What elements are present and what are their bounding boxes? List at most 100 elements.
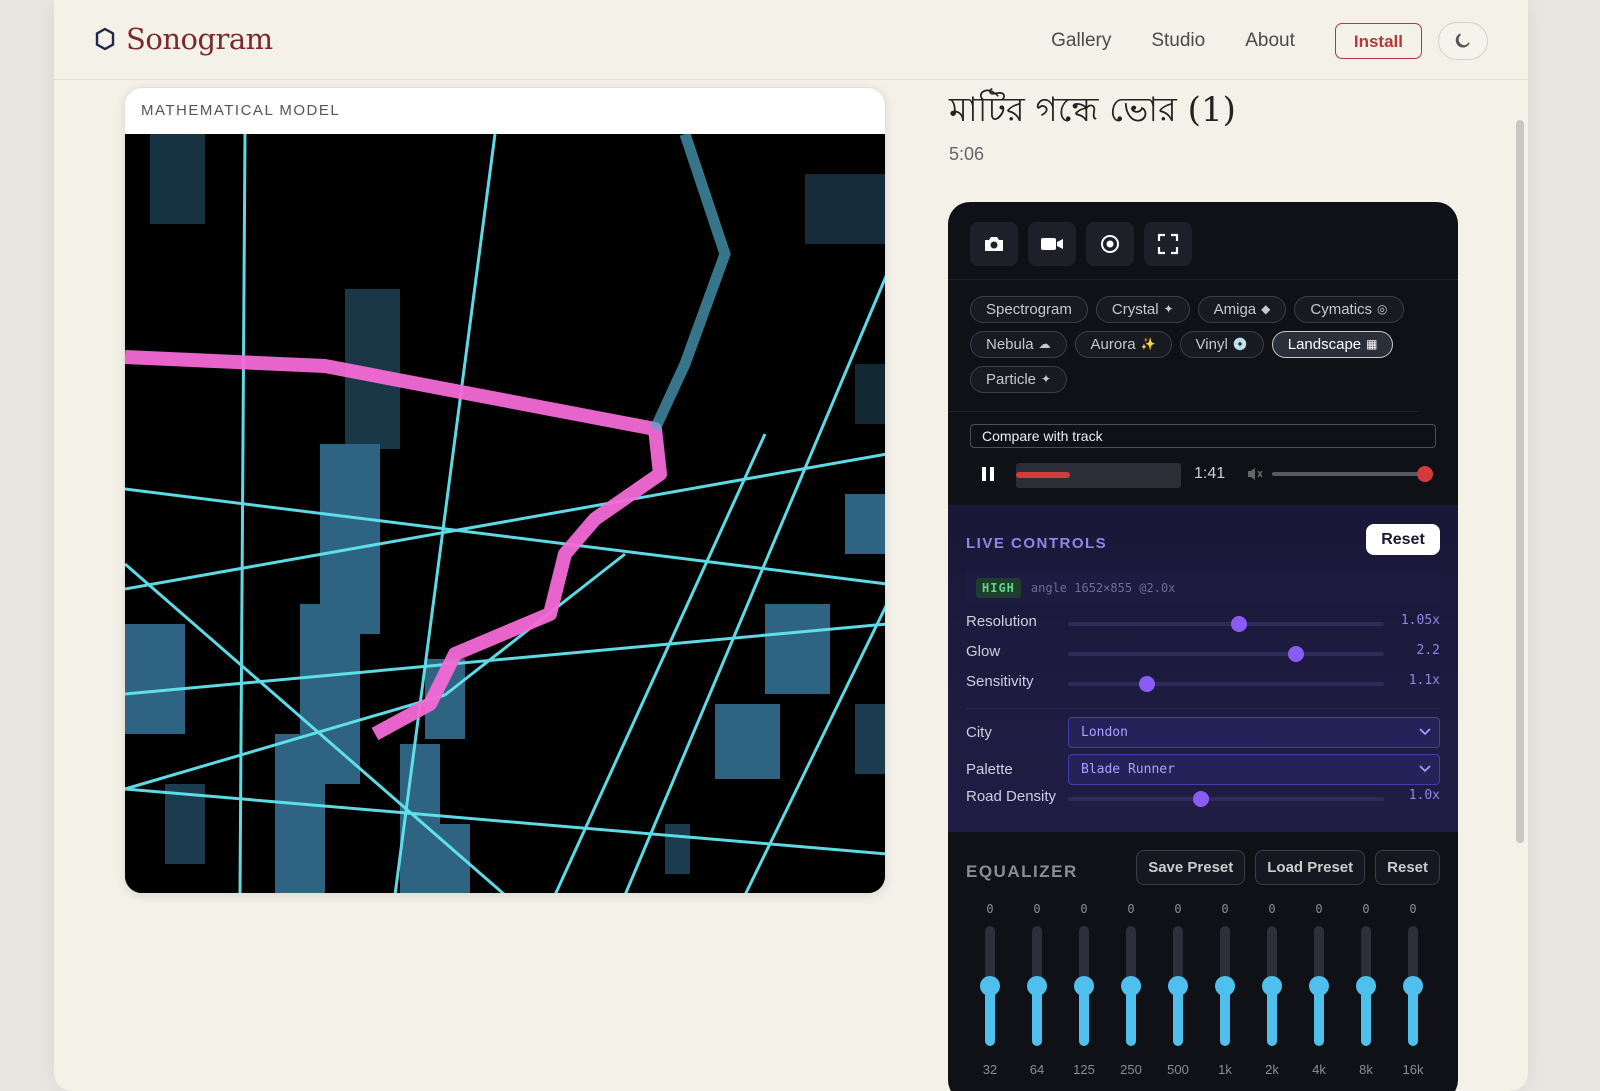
mode-chip-vinyl[interactable]: Vinyl 💿 xyxy=(1179,331,1264,358)
visualizer-canvas[interactable] xyxy=(125,134,886,894)
band-knob[interactable] xyxy=(1121,976,1141,996)
fullscreen-icon xyxy=(1157,233,1179,255)
band-knob[interactable] xyxy=(1309,976,1329,996)
band-knob[interactable] xyxy=(980,976,1000,996)
seek-bar[interactable] xyxy=(1016,463,1181,488)
top-nav: Sonogram Gallery Studio About Install xyxy=(54,0,1528,80)
palette-value: Blade Runner xyxy=(1081,762,1175,777)
mode-chip-aurora[interactable]: Aurora ✨ xyxy=(1074,331,1172,358)
band-knob[interactable] xyxy=(1403,976,1423,996)
chevron-down-icon xyxy=(1419,765,1431,773)
nav-link-about[interactable]: About xyxy=(1245,23,1295,59)
city-select[interactable]: London xyxy=(1068,717,1440,748)
slider-value: 1.1x xyxy=(1408,673,1440,688)
eq-band-1k: 0 1k xyxy=(1205,902,1245,1091)
eq-reset-button[interactable]: Reset xyxy=(1375,850,1440,885)
volume-fill xyxy=(1272,472,1426,476)
screenshot-button[interactable] xyxy=(970,222,1018,266)
live-controls-title: LIVE CONTROLS xyxy=(966,535,1108,552)
mode-glyph-icon: ▦ xyxy=(1366,337,1378,351)
eq-band-16k: 0 16k xyxy=(1393,902,1433,1091)
mode-chip-label: Aurora xyxy=(1090,336,1136,353)
load-preset-button[interactable]: Load Preset xyxy=(1255,850,1366,885)
eq-band-125: 0 125 xyxy=(1064,902,1104,1091)
mode-chip-landscape[interactable]: Landscape ▦ xyxy=(1271,331,1394,358)
band-knob[interactable] xyxy=(1356,976,1376,996)
install-button[interactable]: Install xyxy=(1334,23,1422,59)
mode-glyph-icon: ✨ xyxy=(1140,337,1156,351)
palette-label: Palette xyxy=(966,761,1013,778)
nav-link-gallery[interactable]: Gallery xyxy=(1051,23,1111,59)
current-time: 1:41 xyxy=(1194,465,1226,482)
mode-glyph-icon: ✦ xyxy=(1163,302,1174,316)
mode-glyph-icon: ◆ xyxy=(1261,302,1271,316)
band-frequency: 125 xyxy=(1073,1062,1095,1077)
slider-knob[interactable] xyxy=(1230,616,1247,632)
mode-chip-cymatics[interactable]: Cymatics ◎ xyxy=(1294,296,1404,323)
seek-progress xyxy=(1016,472,1071,478)
mode-chip-spectrogram[interactable]: Spectrogram xyxy=(970,296,1088,323)
theme-toggle-button[interactable] xyxy=(1438,22,1488,60)
band-frequency: 2k xyxy=(1265,1062,1279,1077)
speaker-icon[interactable] xyxy=(1246,466,1264,482)
band-knob[interactable] xyxy=(1215,976,1235,996)
pause-icon[interactable] xyxy=(982,467,994,481)
city-value: London xyxy=(1081,725,1128,740)
nav-link-studio[interactable]: Studio xyxy=(1151,23,1205,59)
slider-label: Resolution xyxy=(966,613,1037,630)
band-value: 0 xyxy=(1174,902,1182,916)
band-value: 0 xyxy=(986,902,994,916)
band-value: 0 xyxy=(1409,902,1417,916)
mode-chip-nebula[interactable]: Nebula ☁ xyxy=(970,331,1067,358)
save-preset-button[interactable]: Save Preset xyxy=(1136,850,1246,885)
scrollbar[interactable] xyxy=(1516,120,1524,843)
brand-name: Sonogram xyxy=(126,22,273,56)
slider-knob[interactable] xyxy=(1287,646,1304,662)
divider xyxy=(966,708,1440,709)
band-frequency: 250 xyxy=(1120,1062,1142,1077)
nav-links: Gallery Studio About Install xyxy=(1051,22,1488,60)
palette-select[interactable]: Blade Runner xyxy=(1068,754,1440,785)
toolbar xyxy=(948,202,1458,280)
mode-chip-label: Spectrogram xyxy=(986,301,1072,318)
mode-chip-crystal[interactable]: Crystal ✦ xyxy=(1095,296,1190,323)
brand[interactable]: Sonogram xyxy=(94,22,273,56)
mode-chip-label: Landscape xyxy=(1287,336,1362,353)
band-knob[interactable] xyxy=(1027,976,1047,996)
mode-chip-amiga[interactable]: Amiga ◆ xyxy=(1197,296,1287,323)
mode-chips: Spectrogram Crystal ✦ Amiga ◆ Cymatics ◎ Nebula… xyxy=(948,280,1418,412)
slider-track[interactable] xyxy=(1068,616,1384,632)
slider-knob[interactable] xyxy=(1192,791,1209,807)
band-knob[interactable] xyxy=(1262,976,1282,996)
band-frequency: 16k xyxy=(1402,1062,1424,1077)
fullscreen-button[interactable] xyxy=(1144,222,1192,266)
audio-player: 1:41 xyxy=(970,460,1440,490)
volume-slider[interactable] xyxy=(1272,466,1434,482)
city-label: City xyxy=(966,724,992,741)
camera-icon xyxy=(985,237,1003,251)
eq-band-250: 0 250 xyxy=(1111,902,1151,1091)
eq-band-8k: 0 8k xyxy=(1346,902,1386,1091)
mode-glyph-icon: ◎ xyxy=(1377,302,1388,316)
band-value: 0 xyxy=(1221,902,1229,916)
volume-knob[interactable] xyxy=(1417,466,1434,482)
band-knob[interactable] xyxy=(1168,976,1188,996)
quality-badge: HIGH xyxy=(976,577,1021,598)
quality-indicator: HIGH angle 1652×855 @2.0x xyxy=(966,571,1440,604)
city-select-row: City London xyxy=(966,717,1440,748)
mode-chip-particle[interactable]: Particle ✦ xyxy=(970,366,1068,393)
slider-track[interactable] xyxy=(1068,646,1384,662)
capture-button[interactable] xyxy=(1086,222,1134,266)
quality-info: angle 1652×855 @2.0x xyxy=(1030,580,1176,595)
mode-glyph-icon: 💿 xyxy=(1232,337,1248,351)
band-value: 0 xyxy=(1127,902,1135,916)
slider-track[interactable] xyxy=(1068,676,1384,692)
eq-band-64: 0 64 xyxy=(1017,902,1057,1091)
slider-knob[interactable] xyxy=(1139,676,1155,692)
band-knob[interactable] xyxy=(1074,976,1094,996)
live-reset-button[interactable]: Reset xyxy=(1366,524,1440,555)
compare-with-track[interactable]: Compare with track xyxy=(970,424,1436,448)
slider-track[interactable] xyxy=(1068,791,1384,807)
track-duration: 5:06 xyxy=(949,144,985,164)
record-button[interactable] xyxy=(1028,222,1076,266)
